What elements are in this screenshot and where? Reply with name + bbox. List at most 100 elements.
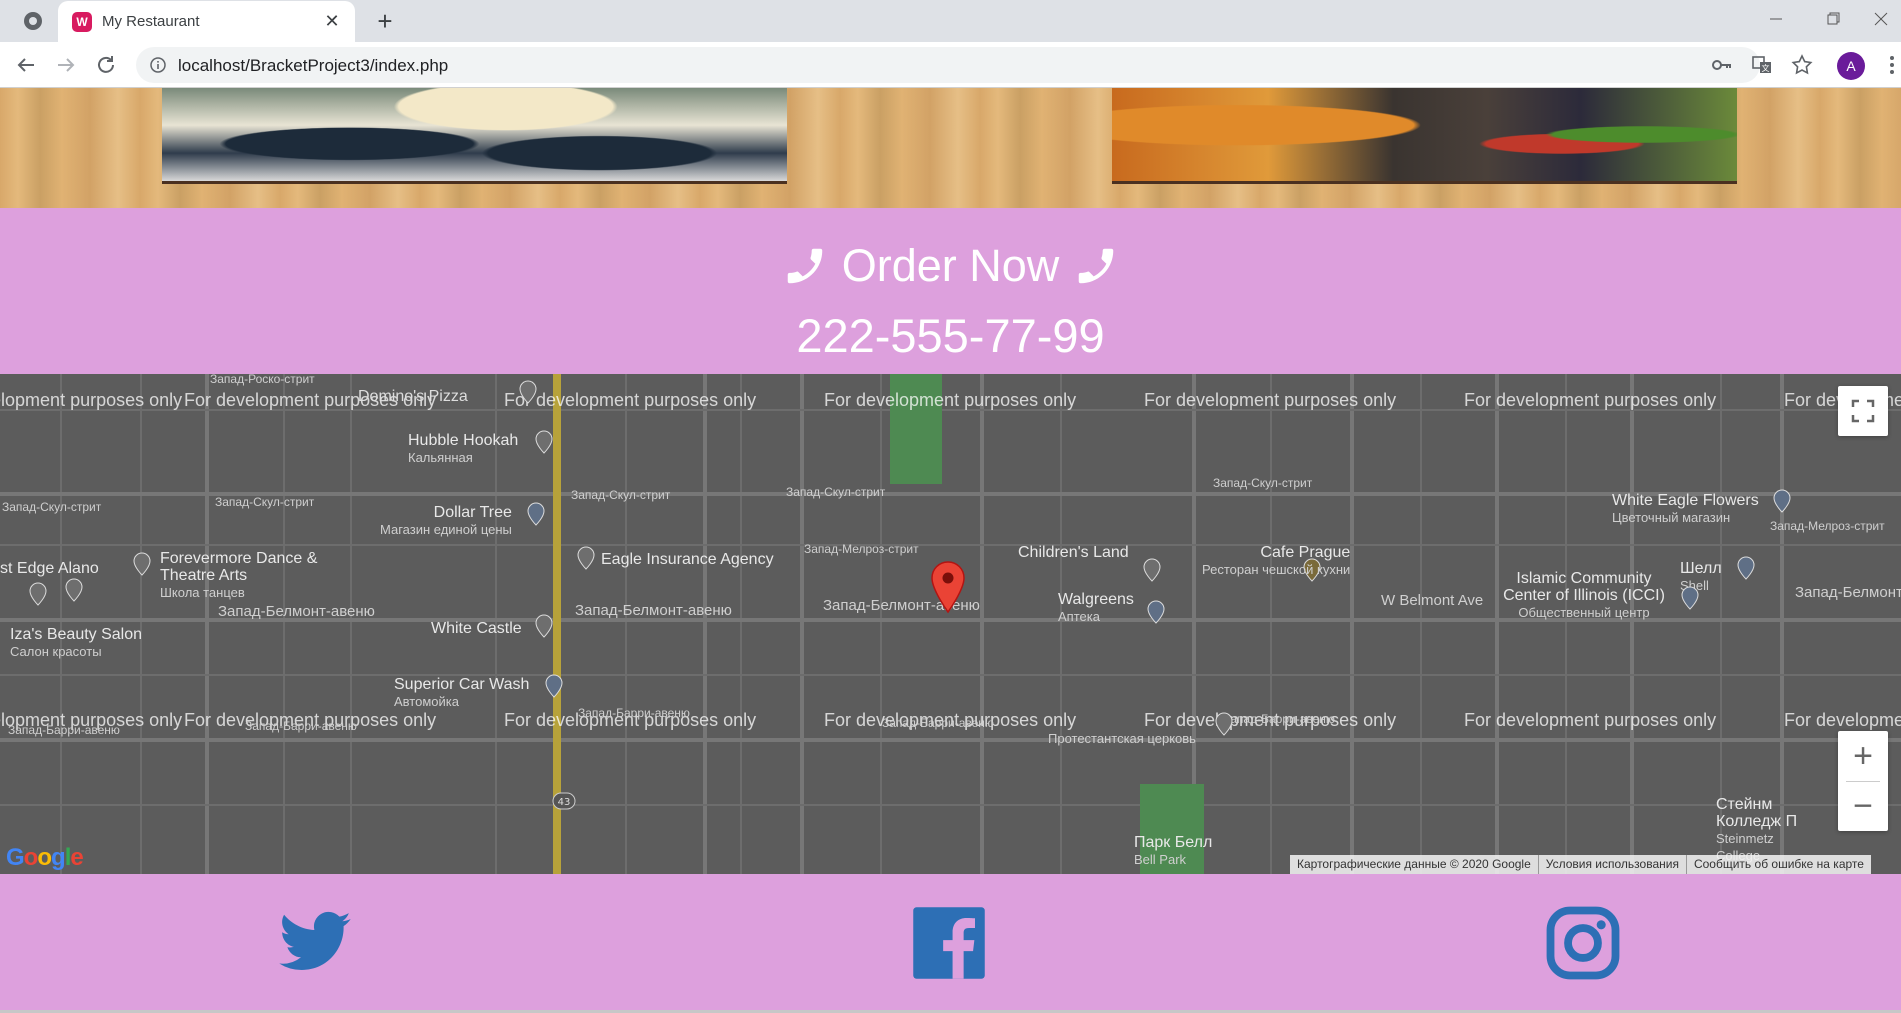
map-watermark: For development purposes only (1784, 710, 1901, 730)
browser-tab[interactable]: W My Restaurant ✕ (58, 1, 355, 42)
restore-icon[interactable] (1813, 4, 1853, 34)
key-icon[interactable] (1709, 53, 1733, 77)
tab-favicon-icon: W (72, 12, 92, 32)
street-label: Запад-Барри-авеню (578, 706, 690, 720)
phone-number: 222-555-77-99 (796, 309, 1105, 362)
poi-pin-icon[interactable] (518, 380, 538, 404)
place-label[interactable]: Iza's Beauty Salon Салон красоты (10, 626, 142, 660)
tab-title: My Restaurant (102, 13, 200, 30)
street-label: Запад-Мелроз-стрит (1770, 519, 1885, 533)
google-logo[interactable]: Google (6, 844, 84, 872)
zoom-control: + − (1838, 731, 1888, 831)
place-label[interactable]: Islamic Community Center of Illinois (IC… (1494, 570, 1674, 621)
fullscreen-icon (1851, 399, 1875, 423)
back-arrow-icon[interactable] (14, 53, 38, 77)
map-watermark: For development purposes only (1464, 390, 1717, 410)
street-label: Запад-Роско-стрит (210, 374, 315, 386)
place-label[interactable]: Eagle Insurance Agency (601, 551, 774, 568)
site-info-icon[interactable] (150, 57, 166, 73)
social-footer (0, 874, 1901, 1013)
bookmark-star-icon[interactable] (1790, 53, 1814, 77)
zoom-out-button[interactable]: − (1838, 781, 1888, 831)
chrome-app-icon[interactable] (22, 10, 44, 32)
map-watermark: For development purposes only (0, 390, 183, 410)
map-data-credit: Картографические данные © 2020 Google (1297, 857, 1531, 871)
map-watermark: For development purposes only (824, 390, 1077, 410)
poi-pin-icon[interactable] (28, 582, 48, 606)
poi-pin-icon[interactable] (1772, 489, 1792, 513)
facebook-icon[interactable] (910, 904, 988, 982)
poi-pin-icon[interactable] (1142, 558, 1162, 582)
street-label: Запад-Белмонт-авеню (575, 602, 732, 619)
poi-pin-icon[interactable] (526, 502, 546, 526)
zoom-in-button[interactable]: + (1838, 731, 1888, 781)
place-label[interactable]: Forevermore Dance & Theatre Arts Школа та… (160, 550, 330, 601)
poi-pin-icon[interactable] (576, 546, 596, 570)
poi-pin-icon[interactable] (1736, 556, 1756, 580)
phone-icon (1079, 248, 1114, 284)
google-map[interactable]: For development purposes only For develo… (0, 374, 1901, 874)
place-label[interactable]: st Edge Alano (0, 560, 99, 577)
route-number: 43 (558, 797, 571, 808)
poi-pin-icon[interactable] (1680, 586, 1700, 610)
svg-text:文: 文 (1762, 63, 1770, 73)
address-bar[interactable]: localhost/BracketProject3/index.php (136, 47, 1760, 83)
tab-close-icon[interactable]: ✕ (321, 10, 343, 32)
menu-kebab-icon[interactable] (1880, 53, 1901, 77)
map-watermark: For development purposes only (504, 390, 757, 410)
place-label[interactable]: Cafe Prague Ресторан чешской кухни (1202, 544, 1350, 578)
street-label: Запад-Барри-авеню (882, 716, 994, 730)
new-tab-icon[interactable]: + (372, 8, 398, 34)
street-label: Запад-Барри-авеню (1223, 712, 1335, 726)
place-label[interactable]: White Eagle Flowers Цветочный магазин (1612, 492, 1759, 526)
twitter-icon[interactable] (276, 904, 354, 982)
forward-arrow-icon[interactable] (54, 53, 78, 77)
street-label: Запад-Мелроз-стрит (804, 542, 919, 556)
street-label: W Belmont Ave (1381, 592, 1484, 609)
order-now-label: Order Now (841, 240, 1060, 291)
dish-photo-platter (1112, 88, 1737, 184)
map-attribution: Картографические данные © 2020 Google Ус… (1290, 855, 1871, 874)
place-label[interactable]: Протестантская церковь (1048, 730, 1196, 747)
browser-tab-bar: W My Restaurant ✕ + (0, 0, 1901, 42)
profile-avatar[interactable]: A (1837, 52, 1865, 80)
map-marker-icon[interactable] (930, 560, 966, 614)
map-watermark: For development purposes only (1144, 390, 1397, 410)
place-label[interactable]: Парк Белл Bell Park (1134, 834, 1212, 868)
food-gallery (0, 88, 1901, 208)
dish-photo-dumplings (162, 88, 787, 184)
poi-pin-icon[interactable] (534, 614, 554, 638)
poi-pin-icon[interactable] (64, 578, 84, 602)
poi-pin-icon[interactable] (534, 430, 554, 454)
terms-link[interactable]: Условия использования (1537, 855, 1686, 874)
poi-pin-icon[interactable] (1146, 600, 1166, 624)
street-label: Запад-Скул-стрит (215, 495, 315, 509)
street-label: Запад-Скул-стрит (571, 488, 671, 502)
page-content: Order Now 222-555-77-99 For development … (0, 88, 1901, 1013)
place-label[interactable]: Domino's Pizza (358, 388, 468, 405)
place-label[interactable]: White Castle (431, 620, 522, 637)
poi-pin-icon[interactable] (132, 552, 152, 576)
report-error-link[interactable]: Сообщить об ошибке на карте (1685, 855, 1871, 874)
place-label[interactable]: Walgreens Аптека (1058, 591, 1134, 625)
minimize-icon[interactable] (1756, 4, 1796, 34)
route-shield-icon: 43 (552, 792, 576, 810)
map-watermark: For development purposes only (1464, 710, 1717, 730)
phone-icon (787, 248, 822, 284)
place-label[interactable]: Superior Car Wash Автомойка (394, 676, 529, 710)
order-heading: Order Now (0, 236, 1901, 296)
instagram-icon[interactable] (1544, 904, 1622, 982)
place-label[interactable]: Hubble Hookah Кальянная (408, 432, 518, 466)
place-label[interactable]: Dollar Tree Магазин единой цены (380, 504, 512, 538)
street-label: Запад-Барри-авеню (8, 723, 120, 737)
place-label[interactable]: Стейнм Колледж ПSteinmetz College (1716, 796, 1816, 864)
place-label[interactable]: Children's Land (1018, 544, 1129, 561)
browser-toolbar: localhost/BracketProject3/index.php 文 A (0, 42, 1901, 88)
fullscreen-button[interactable] (1838, 386, 1888, 436)
poi-pin-icon[interactable] (1214, 712, 1234, 736)
poi-pin-icon[interactable] (544, 674, 564, 698)
reload-icon[interactable] (94, 53, 118, 77)
url-text: localhost/BracketProject3/index.php (178, 56, 449, 75)
translate-icon[interactable]: 文 (1750, 53, 1774, 77)
window-close-icon[interactable] (1861, 4, 1901, 34)
